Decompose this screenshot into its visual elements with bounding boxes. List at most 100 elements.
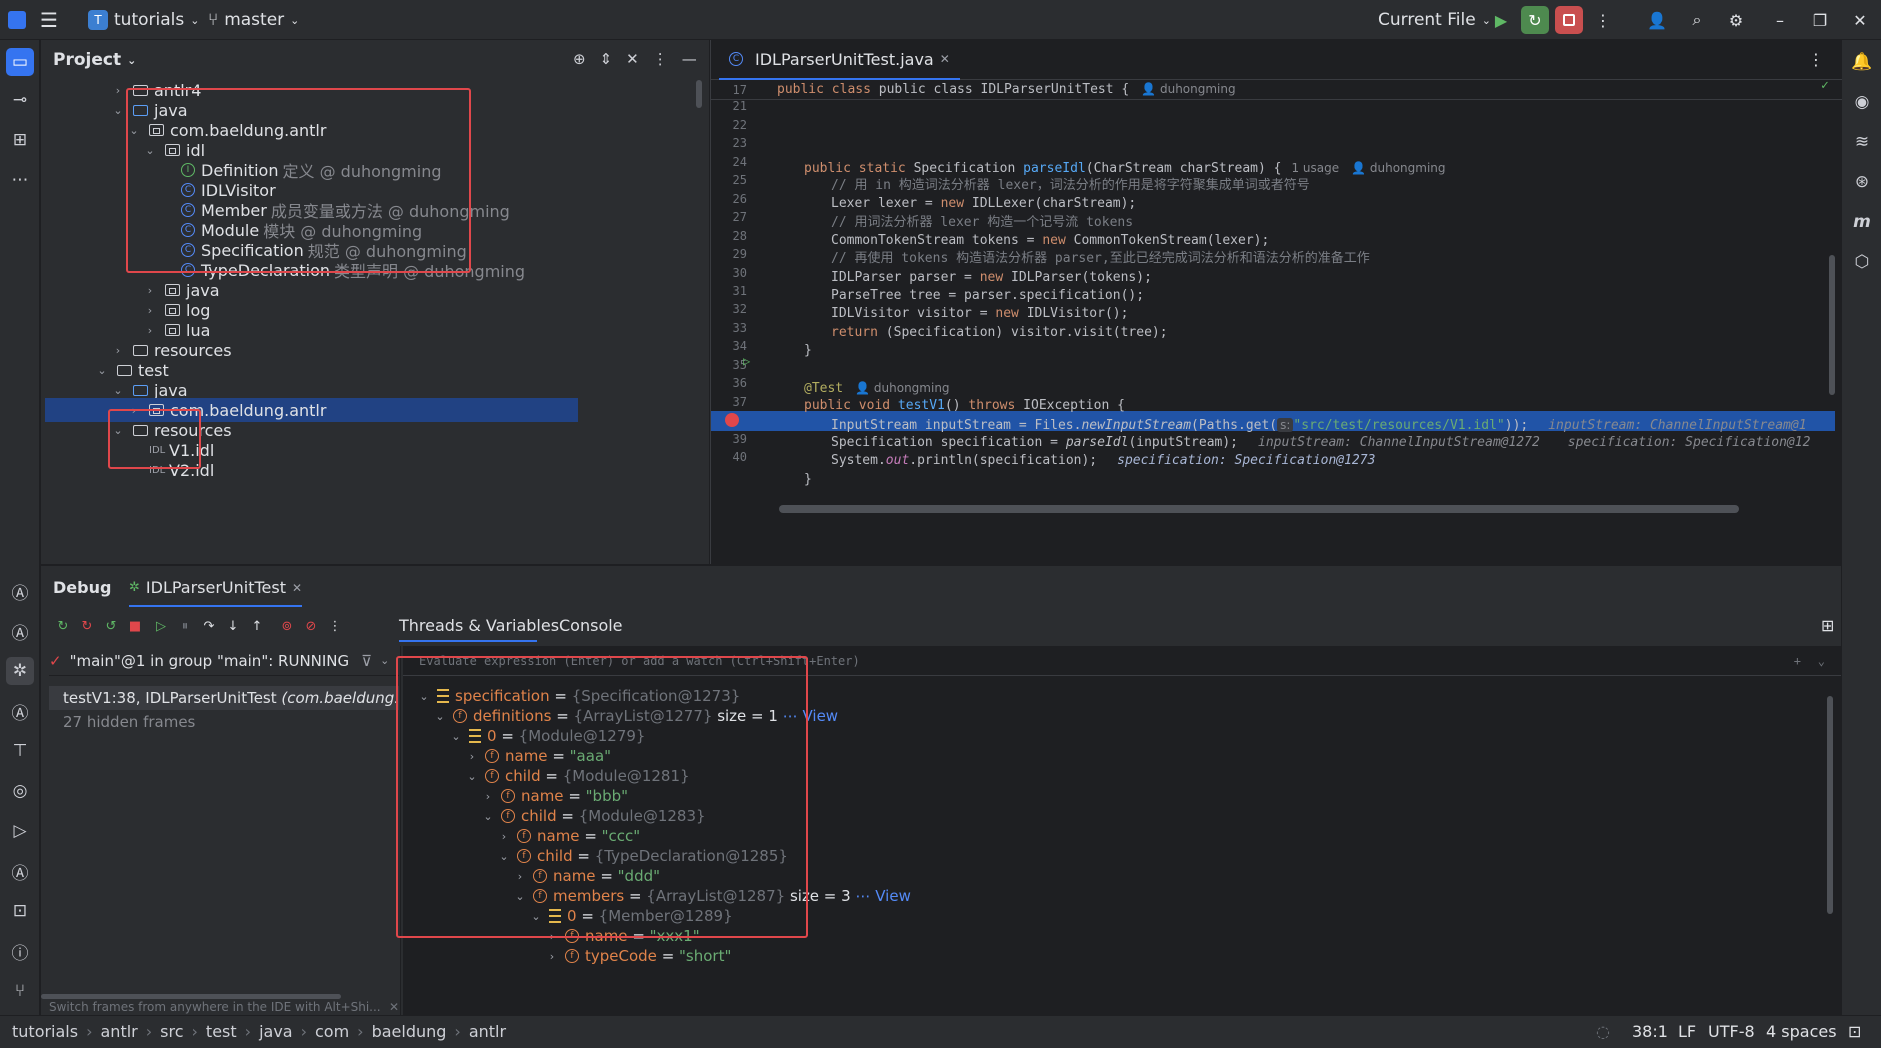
breadcrumb-item[interactable]: antlr [469, 1022, 506, 1041]
stack-frame[interactable]: testV1:38, IDLParserUnitTest (com.baeldu… [49, 686, 399, 710]
mute-breakpoints-icon[interactable]: ⊘ [301, 616, 321, 636]
more-icon[interactable]: ⋮ [325, 616, 345, 636]
hidden-frames[interactable]: 27 hidden frames [63, 710, 195, 734]
stop-icon[interactable]: ■ [125, 616, 145, 636]
tab-idlparserunittest[interactable]: C IDLParserUnitTest.java ✕ [719, 40, 960, 80]
horizontal-scrollbar[interactable] [779, 505, 1739, 513]
commit-icon[interactable]: ⊸ [6, 86, 34, 114]
code-area[interactable]: 17 public class public class IDLParserUn… [711, 80, 1842, 564]
stop-button[interactable] [1555, 6, 1583, 34]
project-panel-header[interactable]: Project ⌄ [53, 50, 136, 70]
breadcrumb-item[interactable]: src [160, 1022, 183, 1041]
chevron-right-icon[interactable]: › [545, 950, 559, 963]
ai-icon[interactable]: Ⓐ [6, 857, 34, 885]
problems-icon[interactable]: ⓘ [6, 937, 34, 965]
scrollbar[interactable] [696, 80, 702, 108]
app-logo-icon[interactable] [8, 8, 26, 32]
chevron-right-icon[interactable]: › [143, 324, 157, 337]
expand-all-icon[interactable]: ⇕ [600, 50, 613, 68]
close-icon[interactable]: ✕ [292, 581, 302, 595]
debug-session-tab[interactable]: ✲ IDLParserUnitTest ✕ [129, 578, 303, 607]
sync-icon[interactable]: ◌ [1596, 1022, 1610, 1041]
build-icon[interactable]: ⊤ [6, 737, 34, 765]
more-tools-icon[interactable]: ⋯ [6, 166, 34, 194]
close-tab-icon[interactable]: ✕ [940, 52, 950, 66]
add-user-icon[interactable]: 👤 [1643, 6, 1671, 34]
close-icon[interactable]: ✕ [1846, 6, 1874, 34]
tab-options-icon[interactable]: ⋮ [1808, 50, 1824, 69]
ai-assistant-icon[interactable]: ◉ [1848, 88, 1876, 116]
restart-icon[interactable]: ↻ [77, 616, 97, 636]
project-switcher[interactable]: Ttutorials ⌄ [88, 8, 199, 32]
add-watch-icon[interactable]: + [1794, 654, 1801, 668]
step-over-icon[interactable]: ↷ [199, 616, 219, 636]
step-out-icon[interactable]: ↑ [247, 616, 267, 636]
step-into-icon[interactable]: ↓ [223, 616, 243, 636]
debug-tool-icon[interactable]: ✲ [6, 657, 34, 685]
services-icon[interactable]: ◎ [6, 777, 34, 805]
view-link[interactable]: ⋯ View [855, 887, 910, 905]
chevron-right-icon[interactable]: › [111, 84, 125, 97]
lock-icon[interactable]: ⊡ [1848, 1022, 1861, 1041]
breakpoint-icon[interactable] [725, 413, 739, 427]
breadcrumb-item[interactable]: antlr [101, 1022, 138, 1041]
search-icon[interactable]: ⌕ [1683, 6, 1711, 34]
chevron-right-icon[interactable]: › [143, 284, 157, 297]
reload-icon[interactable]: ↺ [101, 616, 121, 636]
maven-icon[interactable]: m [1848, 208, 1876, 236]
ai-icon[interactable]: Ⓐ [6, 617, 34, 645]
locate-icon[interactable]: ⊕ [573, 50, 586, 68]
notifications-icon[interactable]: 🔔 [1848, 48, 1876, 76]
ai-icon[interactable]: Ⓐ [6, 697, 34, 725]
pause-icon[interactable]: ⏸ [175, 616, 195, 636]
tab-threads-variables[interactable]: Threads & Variables [399, 616, 559, 635]
hide-icon[interactable]: — [682, 50, 697, 68]
branch-switcher[interactable]: ⑂ master ⌄ [208, 8, 299, 32]
indent-setting[interactable]: 4 spaces [1766, 1022, 1837, 1041]
plugin-icon[interactable]: ⬡ [1848, 248, 1876, 276]
rerun-icon[interactable]: ↻ [53, 616, 73, 636]
run-icon[interactable]: ▶ [1487, 6, 1515, 34]
filter-icon[interactable]: ⊽ [361, 652, 372, 670]
resume-icon[interactable]: ▷ [151, 616, 171, 636]
restore-icon[interactable]: ❐ [1806, 6, 1834, 34]
copilot-icon[interactable]: ⊛ [1848, 168, 1876, 196]
breadcrumb-item[interactable]: java [259, 1022, 293, 1041]
collapse-all-icon[interactable]: ✕ [626, 50, 639, 68]
run-tool-icon[interactable]: ▷ [6, 817, 34, 845]
database-icon[interactable]: ≋ [1848, 128, 1876, 156]
chevron-down-icon[interactable]: ⌄ [111, 384, 125, 397]
run-config-selector[interactable]: Current File ⌄ [1378, 8, 1491, 32]
breadcrumb-item[interactable]: tutorials [12, 1022, 78, 1041]
variable-row[interactable]: › f typeCode = "short" [545, 944, 732, 968]
git-icon[interactable]: ⑂ [6, 977, 34, 1005]
line-separator[interactable]: LF [1678, 1022, 1696, 1041]
chevron-down-icon[interactable]: ⌄ [111, 104, 125, 117]
chevron-right-icon[interactable]: › [143, 304, 157, 317]
main-menu-icon[interactable]: ☰ [40, 8, 58, 32]
close-icon[interactable]: ✕ [389, 1000, 399, 1014]
debug-icon[interactable]: ↻ [1521, 6, 1549, 34]
chevron-right-icon[interactable]: › [111, 344, 125, 357]
options-icon[interactable]: ⋮ [653, 50, 668, 68]
gear-icon[interactable]: ⚙ [1722, 6, 1750, 34]
project-tool-icon[interactable]: ▭ [6, 48, 34, 76]
vertical-scrollbar[interactable] [1829, 255, 1835, 395]
scrollbar[interactable] [1827, 696, 1833, 914]
more-icon[interactable]: ⋮ [1589, 6, 1617, 34]
tab-console[interactable]: Console [559, 616, 623, 635]
thread-selector[interactable]: ✓ "main"@1 in group "main": RUNNING ⊽ ⌄ [49, 646, 399, 676]
run-gutter-icon[interactable]: ▷ [743, 354, 750, 368]
ai-icon[interactable]: Ⓐ [6, 577, 34, 605]
scrollbar[interactable] [41, 994, 341, 999]
breadcrumb-item[interactable]: baeldung [372, 1022, 447, 1041]
structure-icon[interactable]: ⊞ [6, 126, 34, 154]
terminal-icon[interactable]: ⊡ [6, 897, 34, 925]
view-breakpoints-icon[interactable]: ⊚ [277, 616, 297, 636]
chevron-down-icon[interactable]: ⌄ [95, 364, 109, 377]
layout-icon[interactable]: ⊞ [1821, 616, 1834, 635]
file-encoding[interactable]: UTF-8 [1708, 1022, 1755, 1041]
breadcrumb-item[interactable]: test [206, 1022, 237, 1041]
minimize-icon[interactable]: – [1766, 6, 1794, 34]
breadcrumb-item[interactable]: com [315, 1022, 349, 1041]
